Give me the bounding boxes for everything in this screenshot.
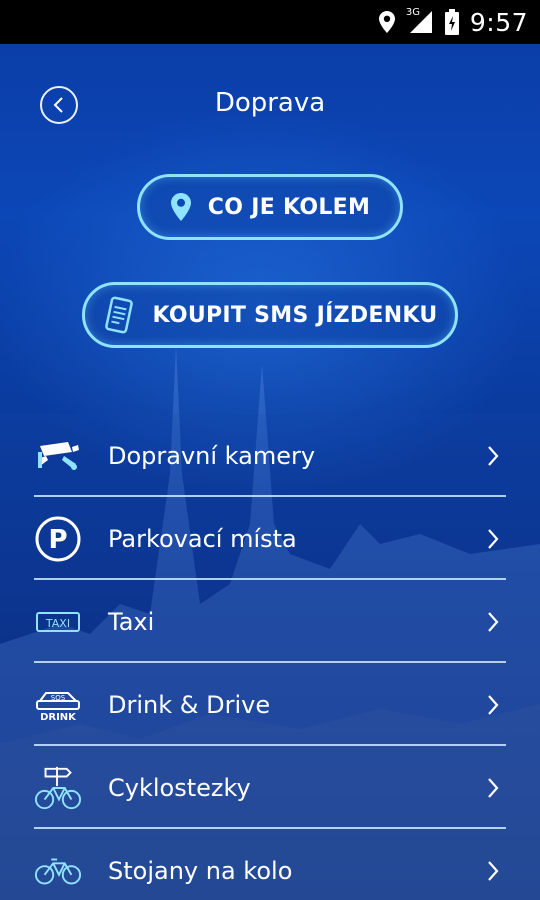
menu-item-bike-stands[interactable]: Stojany na kolo [0, 829, 540, 900]
buy-sms-ticket-label: KOUPIT SMS JÍZDENKU [152, 302, 438, 328]
menu-item-drink-drive[interactable]: SOS DRINK Drink & Drive [0, 663, 540, 746]
menu-item-label: Taxi [108, 607, 155, 636]
chevron-right-icon [488, 611, 499, 632]
buy-sms-ticket-button[interactable]: KOUPIT SMS JÍZDENKU [82, 282, 458, 348]
bike-path-icon [34, 764, 82, 812]
chevron-right-icon [488, 445, 499, 466]
chevron-right-icon [488, 528, 499, 549]
status-bar: 3G 9:57 [0, 0, 540, 44]
page-title: Doprava [214, 88, 326, 118]
signal-icon: 3G [405, 7, 434, 35]
menu-item-label: Dopravní kamery [108, 441, 316, 470]
top-bar: Doprava [0, 44, 540, 164]
map-pin-icon [170, 192, 192, 222]
sms-ticket-icon [102, 296, 136, 334]
battery-icon [444, 9, 460, 35]
drink-icon-text: DRINK [40, 712, 77, 723]
menu-list: Dopravní kamery P Parkovací místa TAXI T… [0, 414, 540, 900]
chevron-right-icon [488, 694, 499, 715]
menu-item-label: Parkovací místa [108, 524, 297, 553]
menu-item-bike-paths[interactable]: Cyklostezky [0, 746, 540, 829]
sos-drink-icon: SOS DRINK [34, 681, 82, 729]
location-icon [378, 10, 396, 34]
parking-icon-text: P [48, 525, 67, 555]
chevron-right-icon [488, 860, 499, 881]
bicycle-icon [34, 847, 82, 895]
sos-icon-text: SOS [51, 694, 66, 702]
menu-item-label: Cyklostezky [108, 773, 251, 802]
taxi-icon: TAXI [34, 598, 82, 646]
taxi-icon-text: TAXI [45, 617, 70, 630]
parking-icon: P [34, 515, 82, 563]
menu-item-taxi[interactable]: TAXI Taxi [0, 580, 540, 663]
nearby-button[interactable]: CO JE KOLEM [137, 174, 403, 240]
nearby-button-label: CO JE KOLEM [207, 194, 371, 220]
clock: 9:57 [469, 7, 528, 37]
menu-item-label: Drink & Drive [108, 690, 271, 719]
menu-item-label: Stojany na kolo [108, 856, 293, 885]
chevron-right-icon [488, 777, 499, 798]
menu-item-parking[interactable]: P Parkovací místa [0, 497, 540, 580]
menu-item-traffic-cameras[interactable]: Dopravní kamery [0, 414, 540, 497]
network-label: 3G [405, 7, 420, 18]
camera-icon [34, 432, 82, 480]
screen: Doprava CO JE KOLEM KOUPIT SMS JÍZDENKU … [0, 44, 540, 900]
